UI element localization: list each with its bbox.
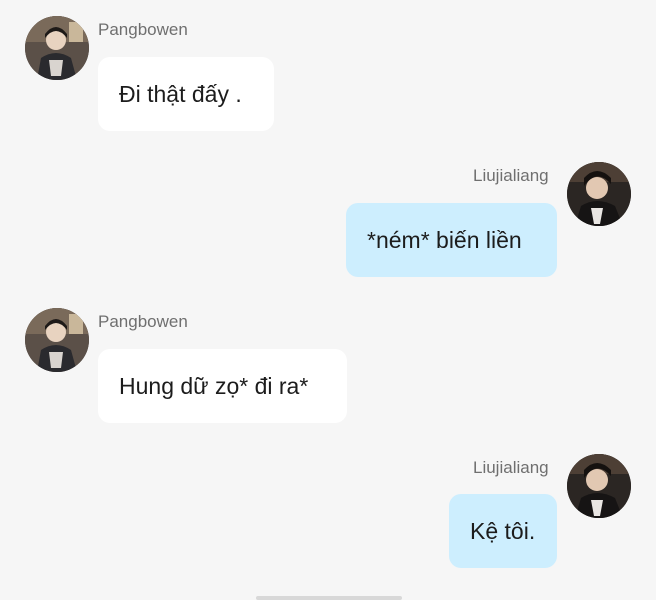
sender-name: Liujialiang <box>473 166 549 185</box>
sender-name: Pangbowen <box>98 20 188 39</box>
message-row: Pangbowen Hung dữ zọ* đi ra* <box>0 290 656 430</box>
sender-avatar[interactable] <box>567 162 631 226</box>
avatar-photo-icon <box>25 16 89 80</box>
avatar-photo-icon <box>567 454 631 518</box>
sender-name: Pangbowen <box>98 312 188 331</box>
message-bubble[interactable]: *ném* biến liền <box>346 203 557 277</box>
home-indicator[interactable] <box>256 596 402 600</box>
message-row: Liujialiang *ném* biến liền <box>0 140 656 290</box>
avatar-photo-icon <box>25 308 89 372</box>
message-bubble[interactable]: Hung dữ zọ* đi ra* <box>98 349 347 423</box>
avatar-photo-icon <box>567 162 631 226</box>
message-bubble[interactable]: Kệ tôi. <box>449 494 557 568</box>
sender-name: Liujialiang <box>473 458 549 477</box>
sender-avatar[interactable] <box>567 454 631 518</box>
sender-avatar[interactable] <box>25 16 89 80</box>
sender-avatar[interactable] <box>25 308 89 372</box>
message-row: Pangbowen Đi thật đấy . <box>0 0 656 140</box>
message-bubble[interactable]: Đi thật đấy . <box>98 57 274 131</box>
message-row: Liujialiang Kệ tôi. <box>0 430 656 580</box>
